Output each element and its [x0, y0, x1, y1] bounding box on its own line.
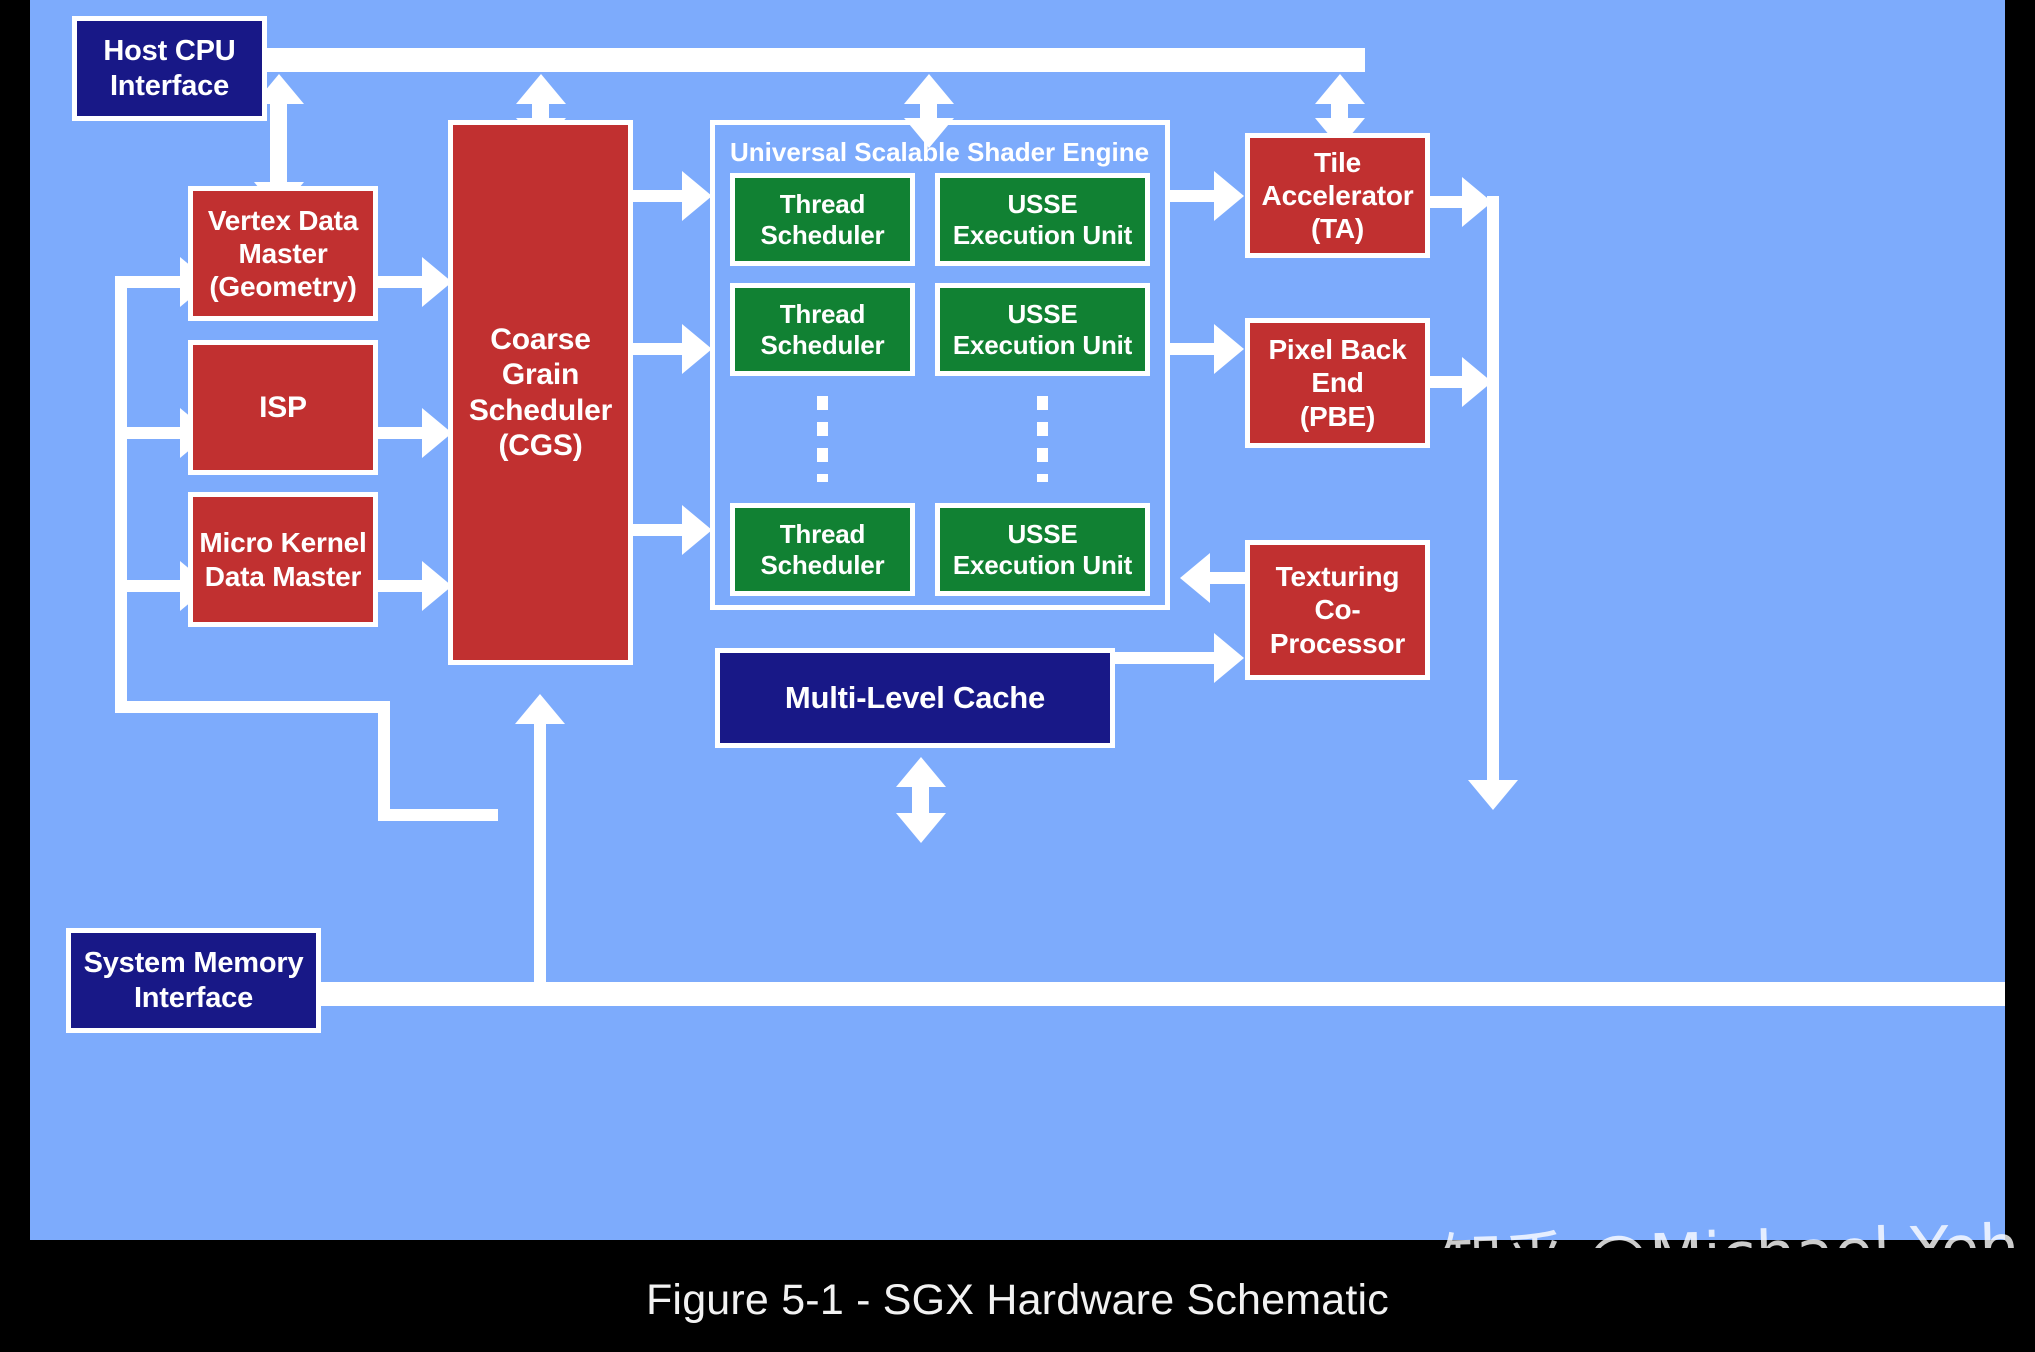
host-cpu-interface-block[interactable]: Host CPU Interface: [72, 16, 267, 121]
link-shaft-cgs-usse-3: [633, 524, 688, 536]
usse-execution-unit-block-2[interactable]: USSE Execution Unit: [935, 283, 1150, 376]
arrow-head-texturing-usse: [1180, 553, 1210, 603]
feed-shaft-isp: [127, 427, 182, 439]
link-shaft-cache-texturing: [1115, 652, 1220, 664]
arrow-head-cgs-bottom-up: [515, 694, 565, 724]
diagram-canvas: Host CPU Interface Vertex Data Master (G…: [30, 0, 2005, 1240]
top-bus-line: [265, 48, 1365, 72]
thread-scheduler-block-3[interactable]: Thread Scheduler: [730, 503, 915, 596]
link-shaft-microkernel-cgs: [378, 580, 428, 592]
caption-strip: Figure 5-1 - SGX Hardware Schematic: [0, 1248, 2035, 1352]
arrow-head-cgs-usse-1: [682, 171, 712, 221]
isp-block[interactable]: ISP: [188, 340, 378, 475]
arrow-shaft-cgs-bus: [532, 100, 549, 120]
multi-level-cache-block[interactable]: Multi-Level Cache: [715, 648, 1115, 748]
arrow-head-cgs-usse-3: [682, 505, 712, 555]
link-shaft-cgs-usse-1: [633, 190, 688, 202]
link-shaft-isp-cgs: [378, 427, 428, 439]
link-shaft-usse-pbe: [1170, 343, 1220, 355]
usse-execution-unit-block-3[interactable]: USSE Execution Unit: [935, 503, 1150, 596]
cgs-bottom-shaft: [534, 724, 546, 984]
system-memory-interface-block[interactable]: System Memory Interface: [66, 928, 321, 1033]
left-rail-bottom-horizontal: [115, 701, 390, 713]
arrow-head-right-rail-down: [1468, 780, 1518, 810]
thread-scheduler-block-1[interactable]: Thread Scheduler: [730, 173, 915, 266]
micro-kernel-data-master-block[interactable]: Micro Kernel Data Master: [188, 492, 378, 627]
pixel-back-end-block[interactable]: Pixel Back End (PBE): [1245, 318, 1430, 448]
arrow-shaft-ta-bus: [1331, 100, 1348, 120]
arrow-head-usse-ta: [1214, 171, 1244, 221]
usse-execution-unit-block-1[interactable]: USSE Execution Unit: [935, 173, 1150, 266]
left-rail-to-memory-horizontal: [378, 809, 498, 821]
arrow-shaft-hostcpu: [270, 100, 287, 184]
link-shaft-vertex-cgs: [378, 276, 428, 288]
system-memory-bus-line: [315, 982, 2005, 1006]
arrow-head-cache-down: [896, 813, 946, 843]
link-shaft-usse-ta: [1170, 190, 1220, 202]
thread-scheduler-block-2[interactable]: Thread Scheduler: [730, 283, 915, 376]
vertex-data-master-block[interactable]: Vertex Data Master (Geometry): [188, 186, 378, 321]
link-shaft-texturing-usse: [1210, 572, 1245, 584]
left-rail-to-memory-vertical: [378, 701, 390, 821]
right-rail-vertical: [1487, 196, 1499, 794]
universal-scalable-shader-engine-title: Universal Scalable Shader Engine: [730, 137, 1150, 167]
texturing-co-processor-block[interactable]: Texturing Co- Processor: [1245, 540, 1430, 680]
coarse-grain-scheduler-block[interactable]: Coarse Grain Scheduler (CGS): [448, 120, 633, 665]
feed-shaft-vertex: [127, 276, 182, 288]
link-shaft-cgs-usse-2: [633, 343, 688, 355]
vertical-ellipsis-icon-schedulers: [817, 396, 828, 482]
left-rail-vertical: [115, 276, 127, 713]
arrow-head-usse-pbe: [1214, 324, 1244, 374]
vertical-ellipsis-icon-units: [1037, 396, 1048, 482]
arrow-shaft-cache-memory: [912, 783, 929, 815]
arrow-head-cache-texturing: [1214, 633, 1244, 683]
arrow-head-ta-rail: [1462, 177, 1492, 227]
arrow-shaft-usse-bus: [920, 100, 937, 120]
arrow-head-cgs-usse-2: [682, 324, 712, 374]
figure-caption: Figure 5-1 - SGX Hardware Schematic: [645, 1275, 1390, 1324]
feed-shaft-microkernel: [127, 580, 182, 592]
arrow-head-pbe-rail: [1462, 357, 1492, 407]
tile-accelerator-block[interactable]: Tile Accelerator (TA): [1245, 133, 1430, 258]
figure-root: Host CPU Interface Vertex Data Master (G…: [0, 0, 2035, 1352]
